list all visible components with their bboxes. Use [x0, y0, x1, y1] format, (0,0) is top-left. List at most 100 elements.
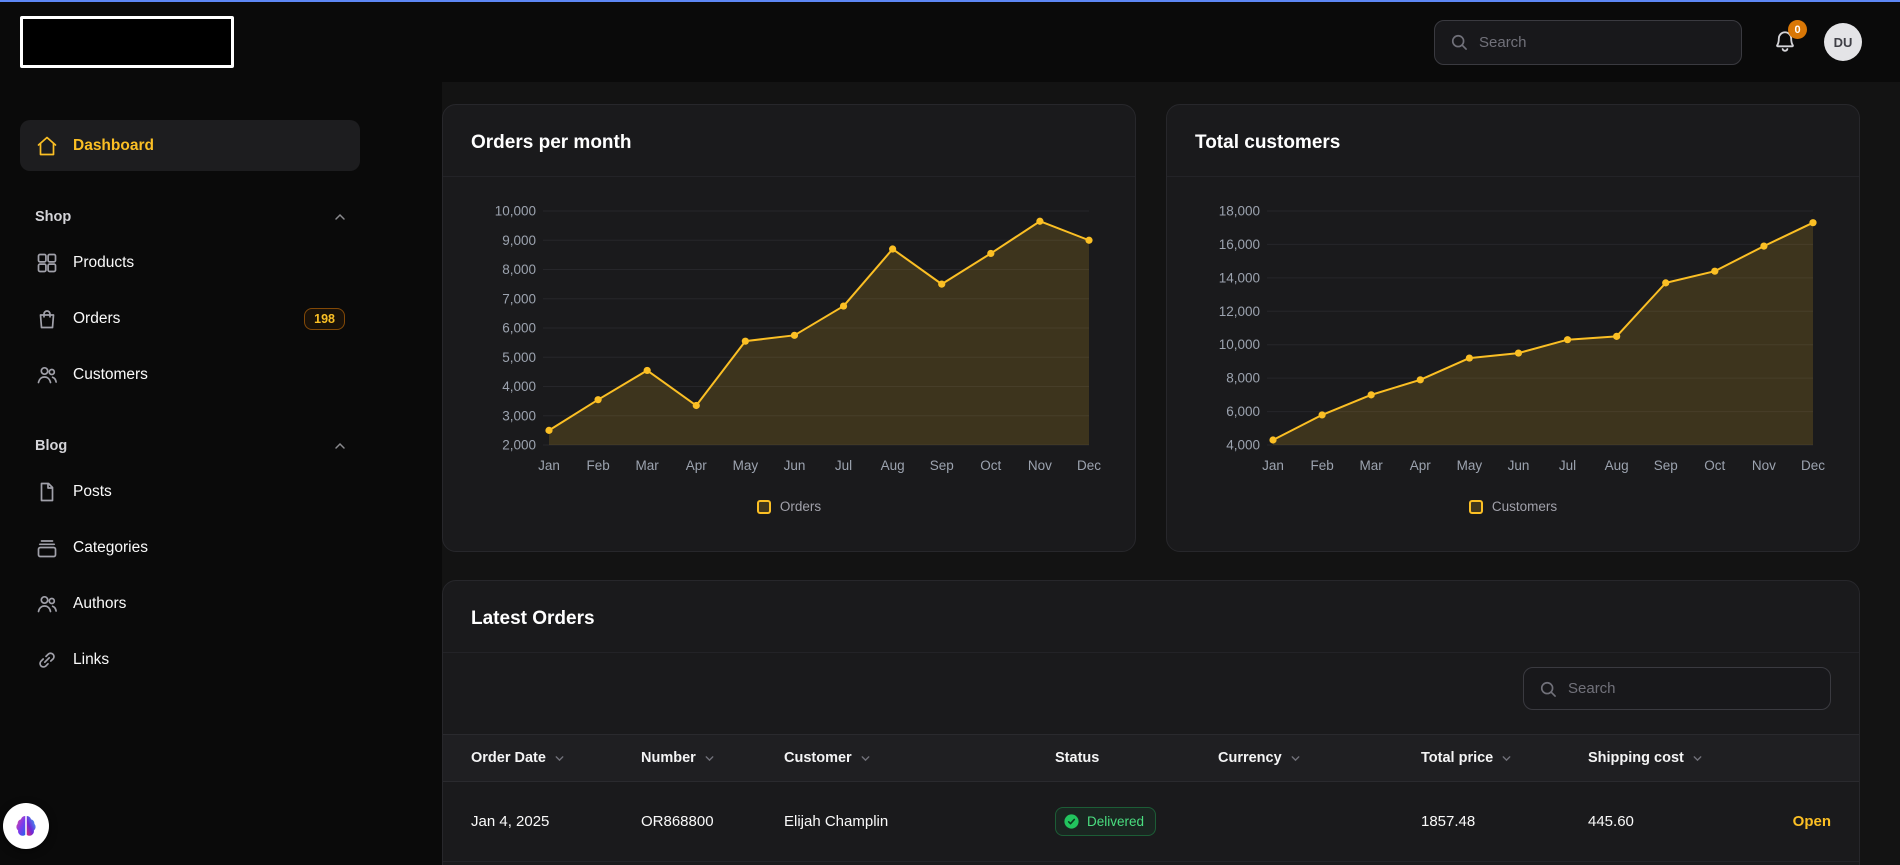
- sidebar-group-blog[interactable]: Blog: [20, 438, 360, 454]
- cell-status: Delivered: [1055, 807, 1218, 836]
- svg-text:10,000: 10,000: [1219, 337, 1260, 352]
- customers-chart-card: Total customers 4,000 6,000 8,000 10,000 12,…: [1166, 104, 1860, 552]
- assistant-bubble[interactable]: [3, 803, 49, 849]
- table-header-row: Order Date Number Customer Status Curren…: [443, 734, 1859, 782]
- status-badge: Delivered: [1055, 807, 1156, 836]
- sort-chevron-icon: [1500, 752, 1513, 765]
- svg-text:Jul: Jul: [1559, 458, 1576, 473]
- sidebar-item-categories[interactable]: Categories: [20, 522, 360, 573]
- top-accent-line: [0, 0, 1900, 2]
- squares-grid-icon: [35, 251, 59, 275]
- svg-text:Jan: Jan: [1262, 458, 1284, 473]
- svg-text:Feb: Feb: [586, 458, 609, 473]
- avatar[interactable]: DU: [1824, 23, 1862, 61]
- svg-text:9,000: 9,000: [502, 233, 536, 248]
- svg-text:Jun: Jun: [1508, 458, 1530, 473]
- svg-text:14,000: 14,000: [1219, 270, 1260, 285]
- svg-text:10,000: 10,000: [495, 204, 536, 219]
- svg-text:May: May: [1457, 458, 1483, 473]
- column-header-status: Status: [1055, 750, 1218, 766]
- svg-text:18,000: 18,000: [1219, 204, 1260, 219]
- home-icon: [35, 134, 59, 158]
- sidebar-item-label: Dashboard: [73, 137, 154, 155]
- column-header-number[interactable]: Number: [641, 750, 784, 766]
- sidebar-item-label: Customers: [73, 366, 148, 384]
- sidebar-item-label: Orders: [73, 310, 120, 328]
- search-icon: [1449, 32, 1469, 52]
- svg-text:Apr: Apr: [686, 458, 708, 473]
- sidebar-item-posts[interactable]: Posts: [20, 466, 360, 517]
- svg-text:Mar: Mar: [1360, 458, 1384, 473]
- svg-text:6,000: 6,000: [1226, 404, 1260, 419]
- table-row[interactable]: Jan 4, 2025 OR868800 Elijah Champlin Del…: [443, 782, 1859, 862]
- notifications-count-badge: 0: [1788, 20, 1807, 39]
- sidebar-item-label: Categories: [73, 539, 148, 557]
- chart-title: Total customers: [1195, 132, 1831, 154]
- chart-title: Orders per month: [471, 132, 1107, 154]
- sidebar-item-authors[interactable]: Authors: [20, 578, 360, 629]
- chevron-up-icon: [332, 209, 348, 225]
- group-label: Blog: [35, 438, 67, 454]
- document-icon: [35, 480, 59, 504]
- logo[interactable]: [20, 16, 234, 68]
- svg-text:4,000: 4,000: [1226, 438, 1260, 453]
- column-header-total-price[interactable]: Total price: [1421, 750, 1588, 766]
- sidebar-item-orders[interactable]: Orders 198: [20, 293, 360, 344]
- legend-swatch: [757, 500, 771, 514]
- svg-text:Nov: Nov: [1028, 458, 1052, 473]
- cell-customer: Elijah Champlin: [784, 813, 1055, 830]
- users-icon: [35, 363, 59, 387]
- cell-order-date: Jan 4, 2025: [471, 813, 641, 830]
- cell-total-price: 1857.48: [1421, 813, 1588, 830]
- sidebar-item-products[interactable]: Products: [20, 237, 360, 288]
- column-header-currency[interactable]: Currency: [1218, 750, 1421, 766]
- svg-text:Aug: Aug: [881, 458, 905, 473]
- svg-text:Sep: Sep: [1654, 458, 1678, 473]
- cell-number: OR868800: [641, 813, 784, 830]
- svg-text:7,000: 7,000: [502, 291, 536, 306]
- svg-text:4,000: 4,000: [502, 379, 536, 394]
- chevron-up-icon: [332, 438, 348, 454]
- svg-text:8,000: 8,000: [1226, 371, 1260, 386]
- svg-text:16,000: 16,000: [1219, 237, 1260, 252]
- chart-legend[interactable]: Orders: [471, 499, 1107, 514]
- svg-text:2,000: 2,000: [502, 438, 536, 453]
- chart-legend[interactable]: Customers: [1195, 499, 1831, 514]
- svg-text:12,000: 12,000: [1219, 304, 1260, 319]
- sort-chevron-icon: [859, 752, 872, 765]
- sidebar-group-shop[interactable]: Shop: [20, 209, 360, 225]
- svg-text:Jan: Jan: [538, 458, 560, 473]
- column-header-shipping-cost[interactable]: Shipping cost: [1588, 750, 1788, 766]
- open-order-link[interactable]: Open: [1793, 813, 1831, 830]
- svg-text:Oct: Oct: [980, 458, 1001, 473]
- svg-text:Jul: Jul: [835, 458, 852, 473]
- sidebar: Dashboard Shop Products Orders 198: [0, 82, 442, 865]
- global-search: [1434, 20, 1742, 65]
- link-icon: [35, 648, 59, 672]
- column-header-customer[interactable]: Customer: [784, 750, 1055, 766]
- column-header-order-date[interactable]: Order Date: [471, 750, 641, 766]
- latest-orders-card: Latest Orders Order Date Number Customer: [442, 580, 1860, 865]
- sidebar-item-dashboard[interactable]: Dashboard: [20, 120, 360, 171]
- svg-text:8,000: 8,000: [502, 262, 536, 277]
- main-content: Orders per month 2,0003,0004,0005,0006,0…: [442, 82, 1900, 865]
- svg-text:Sep: Sep: [930, 458, 954, 473]
- sidebar-item-links[interactable]: Links: [20, 634, 360, 685]
- legend-label: Orders: [780, 499, 821, 514]
- sort-chevron-icon: [1691, 752, 1704, 765]
- notifications-button[interactable]: 0: [1772, 29, 1798, 55]
- sidebar-item-customers[interactable]: Customers: [20, 349, 360, 400]
- svg-text:Feb: Feb: [1310, 458, 1333, 473]
- svg-text:Aug: Aug: [1605, 458, 1629, 473]
- svg-text:Apr: Apr: [1410, 458, 1432, 473]
- sort-chevron-icon: [553, 752, 566, 765]
- orders-chart: 2,0003,0004,0005,0006,0007,0008,0009,000…: [471, 199, 1107, 491]
- svg-text:5,000: 5,000: [502, 350, 536, 365]
- svg-text:Oct: Oct: [1704, 458, 1725, 473]
- global-search-input[interactable]: [1479, 34, 1727, 51]
- topbar: 0 DU: [0, 2, 1900, 82]
- customers-chart: 4,000 6,000 8,000 10,000 12,000 14,000 16,000 1…: [1195, 199, 1831, 491]
- table-search-input[interactable]: [1568, 680, 1816, 697]
- sidebar-item-label: Products: [73, 254, 134, 272]
- users-icon: [35, 592, 59, 616]
